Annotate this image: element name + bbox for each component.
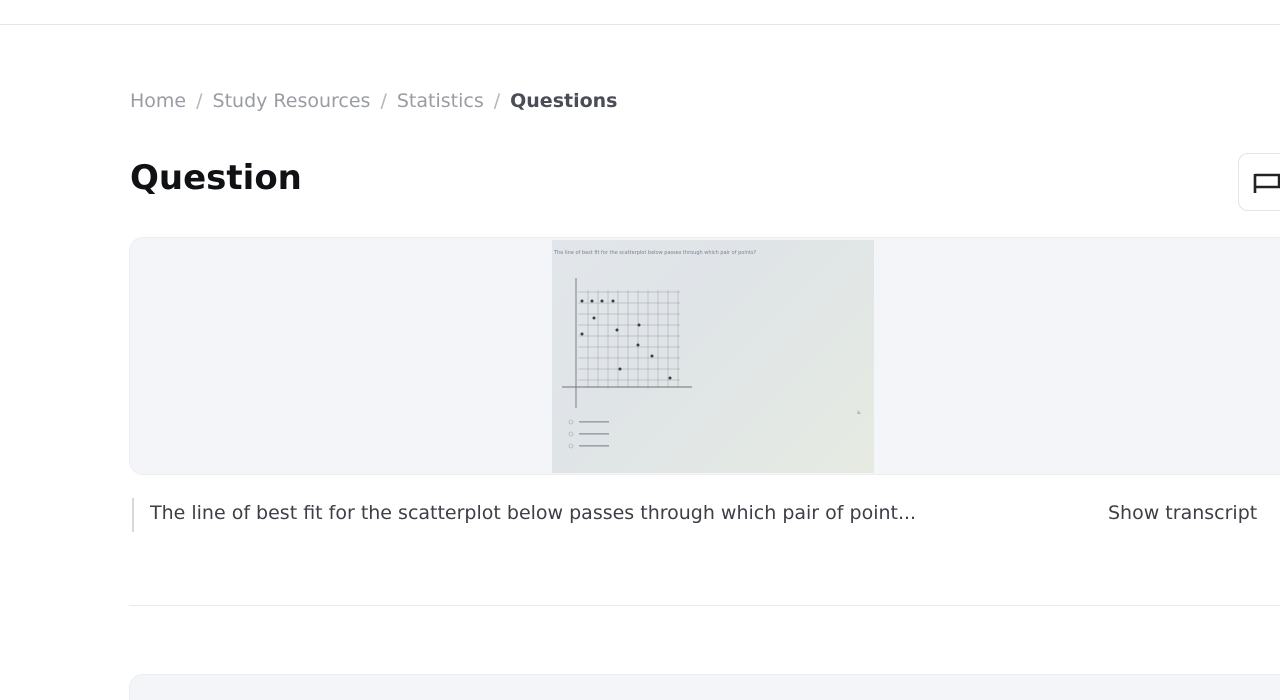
breadcrumb-study-resources[interactable]: Study Resources: [213, 90, 371, 112]
breadcrumb-current: Questions: [510, 90, 618, 112]
scatterplot-graphic: [562, 278, 861, 449]
page-title: Question: [130, 158, 302, 198]
flag-icon: [1253, 173, 1280, 193]
caption-accent-bar: [132, 498, 134, 532]
breadcrumb-separator: /: [493, 90, 501, 112]
answer-card: [129, 674, 1280, 700]
question-caption: The line of best fit for the scatterplot…: [132, 498, 1280, 532]
top-navigation-bar: [0, 0, 1280, 25]
breadcrumb-separator: /: [196, 90, 203, 112]
breadcrumb: Home / Study Resources / Statistics / Qu…: [130, 90, 617, 112]
breadcrumb-separator: /: [380, 90, 387, 112]
show-transcript-button[interactable]: Show transcript: [1108, 502, 1257, 524]
breadcrumb-home[interactable]: Home: [130, 90, 186, 112]
question-image[interactable]: The line of best fit for the scatterplot…: [552, 240, 874, 473]
page: Home / Study Resources / Statistics / Qu…: [0, 0, 1280, 700]
section-divider: [129, 605, 1280, 606]
caption-text: The line of best fit for the scatterplot…: [150, 502, 917, 524]
report-button[interactable]: [1238, 153, 1280, 211]
breadcrumb-statistics[interactable]: Statistics: [397, 90, 484, 112]
